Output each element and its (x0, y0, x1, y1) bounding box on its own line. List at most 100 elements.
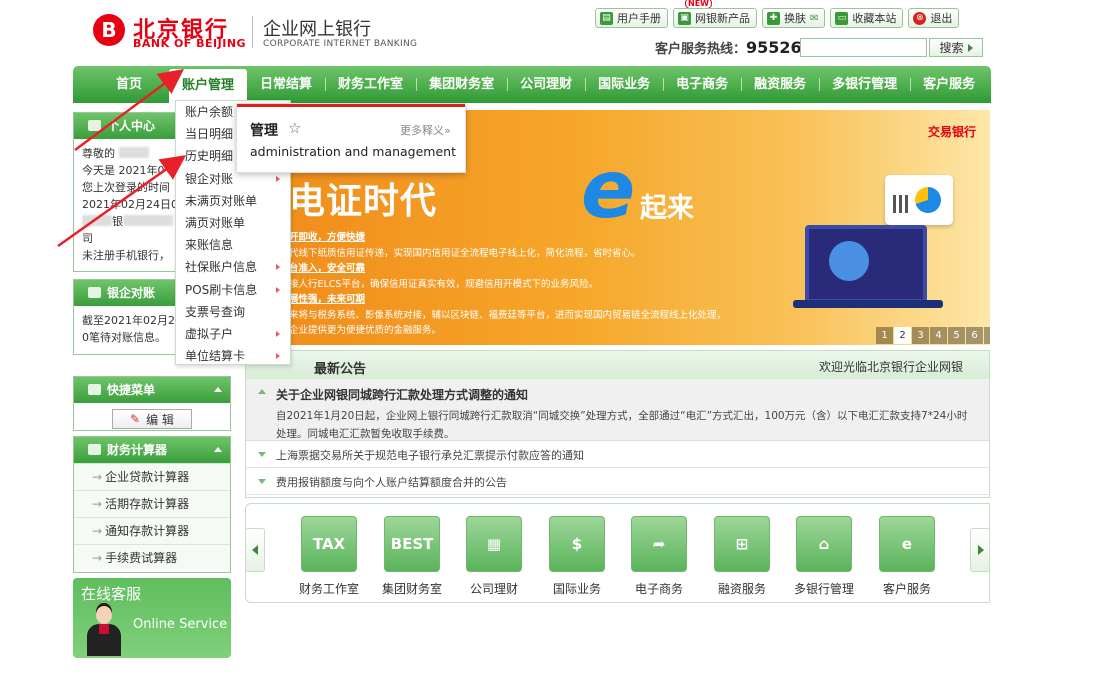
bank-name-en: BANK OF BEIJING (133, 37, 247, 50)
grid-icon: ⊞ (714, 516, 770, 572)
banner-page-5[interactable]: 5 (948, 327, 965, 344)
quick-access-bar: TAX 财务工作室 BEST 集团财务室 ▦ 公司理财 $ 国际业务 ➦ 电子商务 ⊞ 融资… (245, 503, 990, 603)
quick-customer-service[interactable]: e 客户服务 (872, 516, 942, 597)
folder-icon: ▭ (835, 11, 849, 25)
quick-wealth[interactable]: ▦ 公司理财 (459, 516, 529, 597)
banner-page-6[interactable]: 6 (966, 327, 983, 344)
menu-item-social-security[interactable]: 社保账户信息 (176, 256, 290, 278)
submenu-arrow-icon (276, 286, 280, 293)
collapse-icon[interactable] (214, 387, 222, 392)
submenu-arrow-icon (276, 175, 280, 182)
online-service-subtitle: Online Service (133, 617, 228, 632)
submenu-arrow-icon (276, 353, 280, 360)
collapse-icon[interactable] (214, 447, 222, 452)
popup-word: 管理 (250, 123, 278, 139)
new-products-link[interactable]: ▣ 网银新产品 (673, 8, 757, 28)
trade-bank-logo: 交易银行 (927, 125, 976, 139)
news-main-body: 自2021年1月20日起，企业网上银行同城跨行汇款取消“同城交换”处理方式，全部… (276, 410, 968, 440)
nav-group-finance[interactable]: 集团财务室 (416, 66, 507, 103)
nav-home[interactable]: 首页 (73, 66, 169, 103)
online-service-title: 在线客服 (81, 585, 142, 603)
banner-page-4[interactable]: 4 (930, 327, 947, 344)
chevron-down-icon (258, 452, 266, 457)
gift-e-icon: e (879, 516, 935, 572)
user-icon (88, 287, 101, 298)
menu-item-check-query[interactable]: 支票号查询 (176, 301, 290, 323)
menu-item-incoming-info[interactable]: 来账信息 (176, 234, 290, 256)
tax-icon: TAX (301, 516, 357, 572)
submenu-arrow-icon (276, 264, 280, 271)
banner-pager: 1 2 3 4 5 6 7 (875, 327, 990, 344)
bank-logo-icon: B (93, 14, 125, 46)
search-button[interactable]: 搜索 (929, 38, 983, 57)
banner-page-7[interactable]: 7 (984, 327, 990, 344)
menu-item-pos-info[interactable]: POS刷卡信息 (176, 279, 290, 301)
online-service-panel[interactable]: 在线客服 Online Service (73, 578, 231, 658)
banner-page-2[interactable]: 2 (894, 327, 911, 344)
chart-card-icon (885, 175, 953, 225)
chevron-down-icon (258, 479, 266, 484)
nav-financing[interactable]: 融资服务 (741, 66, 819, 103)
monitor-base (793, 300, 943, 308)
news-header: 最新公告 欢迎光临北京银行企业网银 (246, 351, 989, 379)
scroll-right-button[interactable] (970, 528, 990, 572)
nav-finance-studio[interactable]: 财务工作室 (325, 66, 416, 103)
quick-multi-bank[interactable]: ⌂ 多银行管理 (789, 516, 859, 597)
exit-icon: ⊗ (913, 11, 927, 25)
menu-item-full-statement[interactable]: 满页对账单 (176, 212, 290, 234)
menu-item-unfull-statement[interactable]: 未满页对账单 (176, 190, 290, 212)
user-manual-link[interactable]: ▤ 用户手册 (595, 8, 668, 28)
calc-item-notice-deposit[interactable]: → 通知存款计算器 (74, 517, 230, 544)
banner-page-1[interactable]: 1 (876, 327, 893, 344)
chevron-left-icon (252, 545, 258, 555)
top-links: ▤ 用户手册 ▣ 网银新产品 ✚ 换肤 ✉ ▭ 收藏本站 ⊗ 退出 (595, 8, 960, 28)
chevron-right-icon (978, 545, 984, 555)
menu-item-virtual-subaccount[interactable]: 虚拟子户 (176, 323, 290, 345)
main-nav: 首页 账户管理 日常结算 财务工作室 集团财务室 公司理财 国际业务 电子商务 … (73, 66, 991, 103)
best-icon: BEST (384, 516, 440, 572)
news-label: 最新公告 (314, 362, 367, 377)
news-item[interactable]: 费用报销额度与向个人账户结算额度合并的公告 (246, 468, 989, 495)
quick-ecommerce[interactable]: ➦ 电子商务 (624, 516, 694, 597)
search-input[interactable] (800, 38, 927, 57)
logout-link[interactable]: ⊗ 退出 (908, 8, 960, 28)
menu-item-settlement-card[interactable]: 单位结算卡 (176, 345, 290, 367)
submenu-arrow-icon (276, 330, 280, 337)
edit-shortcut-button[interactable]: ✎ 编 辑 (112, 409, 192, 429)
banner-title-3: 起来 (640, 193, 694, 224)
header: B 北京银行 BANK OF BEIJING 企业网上银行 CORPORATE … (0, 0, 1093, 66)
banner-page-3[interactable]: 3 (912, 327, 929, 344)
quick-group-finance[interactable]: BEST 集团财务室 (377, 516, 447, 597)
news-item[interactable]: 上海票据交易所关于规范电子银行承兑汇票提示付款应答的通知 (246, 441, 989, 468)
calculator-header: 财务计算器 (74, 437, 230, 463)
nav-customer-service[interactable]: 客户服务 (910, 66, 988, 103)
news-item-expanded[interactable]: 关于企业网银同城跨行汇款处理方式调整的通知 自2021年1月20日起，企业网上银… (246, 379, 989, 441)
news-panel: 最新公告 欢迎光临北京银行企业网银 关于企业网银同城跨行汇款处理方式调整的通知 … (245, 350, 990, 498)
banner-e-letter: e (581, 143, 636, 236)
mail-icon: ✉ (810, 12, 819, 24)
change-skin-link[interactable]: ✚ 换肤 ✉ (762, 8, 826, 28)
nav-account-management[interactable]: 账户管理 (169, 69, 248, 103)
more-definitions-link[interactable]: 更多释义» (400, 122, 451, 138)
quick-financing[interactable]: ⊞ 融资服务 (707, 516, 777, 597)
new-product-icon: ▣ (678, 11, 691, 25)
favorite-star-icon[interactable]: ☆ (288, 119, 301, 137)
calc-item-loan[interactable]: → 企业贷款计算器 (74, 463, 230, 490)
dollar-icon: $ (549, 516, 605, 572)
quick-finance-studio[interactable]: TAX 财务工作室 (294, 516, 364, 597)
nav-wealth[interactable]: 公司理财 (507, 66, 585, 103)
scroll-left-button[interactable] (245, 528, 265, 572)
agent-avatar (87, 606, 121, 656)
translation-popup: 管理 ☆ 更多释义» administration and management (236, 103, 466, 173)
chart-icon: ▦ (466, 516, 522, 572)
nav-international[interactable]: 国际业务 (585, 66, 663, 103)
calc-item-fee[interactable]: → 手续费试算器 (74, 544, 230, 571)
welcome-text: 欢迎光临北京银行企业网银 (818, 360, 963, 374)
nav-daily-settlement[interactable]: 日常结算 (247, 66, 325, 103)
nav-ecommerce[interactable]: 电子商务 (663, 66, 741, 103)
nav-multi-bank[interactable]: 多银行管理 (819, 66, 910, 103)
quick-international[interactable]: $ 国际业务 (542, 516, 612, 597)
bookmark-link[interactable]: ▭ 收藏本站 (830, 8, 904, 28)
popup-definition: administration and management (250, 144, 456, 159)
calc-item-current-deposit[interactable]: → 活期存款计算器 (74, 490, 230, 517)
